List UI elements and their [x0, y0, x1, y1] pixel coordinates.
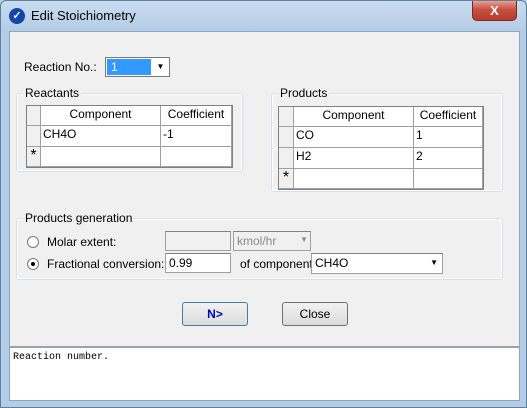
of-component-label: of component [240, 257, 313, 271]
row-header[interactable] [27, 126, 41, 147]
conversion-component-value: CH4O [315, 256, 349, 270]
reactants-header-component[interactable]: Component [41, 106, 161, 126]
reactant-component-cell[interactable]: CH4O [41, 126, 161, 147]
next-button[interactable]: N> [182, 302, 248, 326]
new-row-asterisk-icon[interactable]: * [27, 147, 41, 167]
fractional-conversion-radio[interactable] [27, 258, 39, 270]
molar-extent-unit-select[interactable]: kmol/hr ▼ [233, 231, 311, 251]
chevron-down-icon[interactable]: ▼ [153, 59, 168, 75]
conversion-component-select[interactable]: CH4O ▼ [311, 253, 443, 274]
chevron-down-icon: ▼ [430, 258, 438, 267]
app-check-icon: ✓ [9, 8, 25, 24]
close-window-button[interactable]: X [472, 1, 517, 21]
fractional-conversion-input[interactable]: 0.99 [165, 253, 231, 273]
reactants-group: Reactants Component Coefficient CH4O -1 … [16, 86, 243, 172]
product-new-component-cell[interactable] [294, 169, 414, 189]
product-new-coefficient-cell[interactable] [414, 169, 483, 189]
reactant-coefficient-cell[interactable]: -1 [161, 126, 232, 147]
molar-extent-radio[interactable] [27, 236, 39, 248]
molar-extent-label: Molar extent: [47, 235, 117, 249]
products-header-coefficient[interactable]: Coefficient [414, 107, 483, 127]
products-group-title: Products [278, 86, 330, 100]
product-component-cell[interactable]: CO [294, 127, 414, 148]
fractional-conversion-label: Fractional conversion: [47, 257, 165, 271]
reaction-number-value: 1 [107, 59, 151, 75]
row-header[interactable] [279, 148, 294, 169]
client-area: Reaction No.: 1 ▼ Reactants Component Co… [9, 31, 520, 347]
close-button[interactable]: Close [282, 302, 348, 326]
reactant-new-component-cell[interactable] [41, 147, 161, 167]
product-component-cell[interactable]: H2 [294, 148, 414, 169]
status-bar: Reaction number. [9, 347, 520, 401]
products-header-component[interactable]: Component [294, 107, 414, 127]
molar-extent-input[interactable] [165, 231, 231, 251]
chevron-down-icon: ▼ [300, 235, 308, 244]
new-row-asterisk-icon[interactable]: * [279, 169, 294, 189]
status-message: Reaction number. [13, 352, 110, 363]
window-title: Edit Stoichiometry [31, 8, 136, 23]
molar-extent-unit-value: kmol/hr [237, 234, 277, 248]
reactants-grid[interactable]: Component Coefficient CH4O -1 * [26, 105, 233, 168]
reactant-new-coefficient-cell[interactable] [161, 147, 232, 167]
products-grid[interactable]: Component Coefficient CO 1 H2 2 * [278, 106, 484, 190]
product-coefficient-cell[interactable]: 1 [414, 127, 483, 148]
products-group: Products Component Coefficient CO 1 H2 2… [271, 86, 503, 192]
product-coefficient-cell[interactable]: 2 [414, 148, 483, 169]
grid-corner [279, 107, 294, 127]
products-generation-group: Products generation Molar extent: kmol/h… [16, 211, 503, 280]
reactants-header-coefficient[interactable]: Coefficient [161, 106, 232, 126]
reaction-number-label: Reaction No.: [24, 60, 97, 74]
dialog-window: ✓ Edit Stoichiometry X Reaction No.: 1 ▼… [0, 0, 527, 408]
reactants-group-title: Reactants [23, 86, 82, 100]
row-header[interactable] [279, 127, 294, 148]
reaction-number-select[interactable]: 1 ▼ [105, 57, 170, 77]
grid-corner [27, 106, 41, 126]
products-generation-title: Products generation [23, 211, 135, 225]
